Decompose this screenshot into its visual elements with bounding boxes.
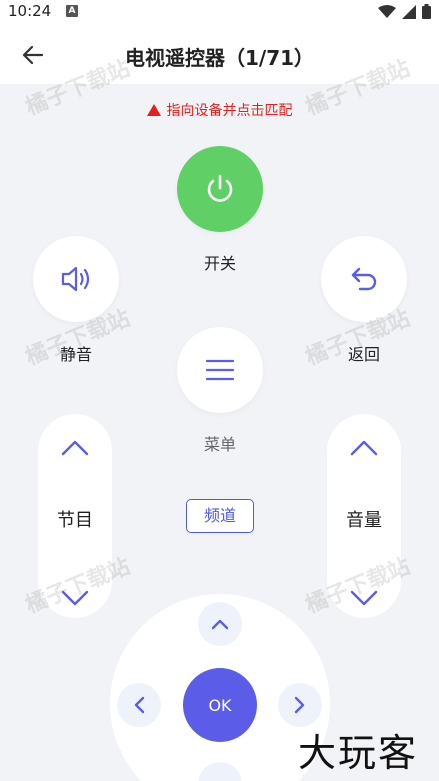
dpad-up-button[interactable]	[198, 602, 242, 646]
power-label: 开关	[203, 254, 236, 273]
return-button[interactable]	[321, 236, 407, 322]
hint-text: 指向设备并点击匹配	[166, 103, 293, 119]
page-title: 电视遥控器（1/71）	[124, 46, 315, 70]
volume-label: 音量	[346, 510, 382, 531]
battery-icon	[422, 4, 431, 19]
notification-icon: A	[66, 5, 78, 17]
channel-down-icon[interactable]	[56, 584, 94, 614]
status-bar: 10:24 A	[0, 0, 439, 24]
chevron-up-icon	[211, 619, 229, 630]
signal-icon	[402, 4, 416, 19]
app-bar: 电视遥控器（1/71）	[0, 24, 439, 84]
frequency-button[interactable]: 频道	[186, 499, 254, 533]
warning-icon	[146, 104, 161, 116]
dpad-right-button[interactable]	[278, 683, 322, 727]
brand-logo: 大玩客	[298, 731, 419, 775]
volume-down-icon[interactable]	[345, 584, 383, 614]
channel-up-icon[interactable]	[56, 434, 94, 464]
channel-control: 节目	[38, 414, 112, 618]
volume-control: 音量	[327, 414, 401, 618]
wifi-icon	[378, 4, 396, 18]
match-hint: 指向设备并点击匹配	[0, 100, 439, 120]
power-button[interactable]	[177, 146, 263, 232]
menu-button[interactable]	[177, 327, 263, 413]
speaker-icon	[61, 266, 90, 292]
chevron-left-icon	[134, 696, 145, 714]
volume-up-icon[interactable]	[345, 434, 383, 464]
channel-label: 节目	[57, 510, 93, 531]
chevron-right-icon	[294, 696, 305, 714]
dpad-left-button[interactable]	[117, 683, 161, 727]
return-icon	[351, 267, 377, 291]
ok-button[interactable]: OK	[183, 668, 257, 742]
menu-icon	[205, 359, 235, 381]
power-icon	[207, 174, 233, 202]
system-icons	[378, 4, 431, 19]
status-time: 10:24	[8, 2, 52, 20]
return-label: 返回	[347, 345, 380, 364]
menu-label: 菜单	[203, 435, 236, 454]
mute-label: 静音	[59, 345, 92, 364]
mute-button[interactable]	[33, 236, 119, 322]
